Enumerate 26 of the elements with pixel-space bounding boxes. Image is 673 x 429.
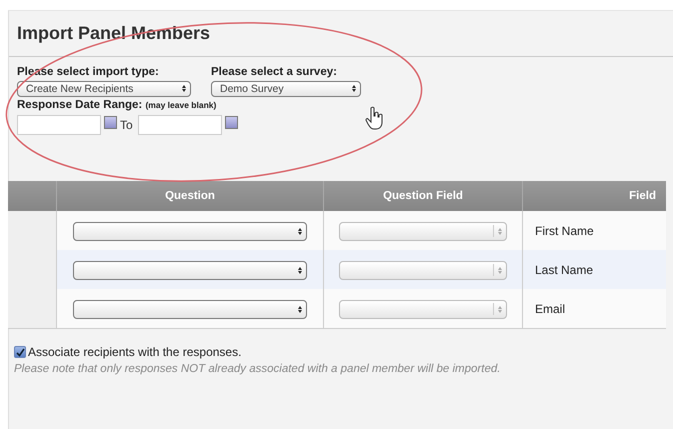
checkbox[interactable]: [14, 346, 26, 358]
column-header: Question: [56, 181, 324, 211]
hand-cursor-icon: [365, 106, 385, 130]
header-cell: [8, 181, 56, 211]
field-label: Response Date Range: (may leave blank): [17, 99, 218, 111]
column-header: Field: [522, 181, 666, 211]
calendar-icon[interactable]: [104, 116, 117, 129]
field-label: Please select a survey:: [211, 66, 338, 78]
question-select[interactable]: [73, 300, 307, 319]
field-cell: Email: [522, 289, 666, 328]
column-header: Question Field: [324, 181, 522, 211]
dropdown-arrows-icon: [493, 303, 502, 316]
dropdown-arrows-icon: [493, 225, 502, 238]
survey-select[interactable]: Demo Survey: [211, 81, 361, 97]
end-date-field[interactable]: [138, 115, 222, 135]
question-select[interactable]: [73, 260, 307, 280]
field-cell: First Name: [522, 211, 666, 250]
start-date-field[interactable]: [17, 115, 101, 135]
dropdown-arrows-icon: [493, 264, 502, 276]
calendar-icon[interactable]: [224, 116, 238, 129]
checkbox-label: Associate recipients with the responses.: [28, 345, 242, 359]
field-cell: Last Name: [522, 250, 666, 289]
import-type-select[interactable]: Create New Recipients: [17, 81, 191, 97]
question-select[interactable]: [73, 222, 307, 241]
note-text: Please note that only responses NOT already associated with a panel member will be imported.: [14, 363, 500, 375]
to-label: To: [120, 118, 133, 132]
